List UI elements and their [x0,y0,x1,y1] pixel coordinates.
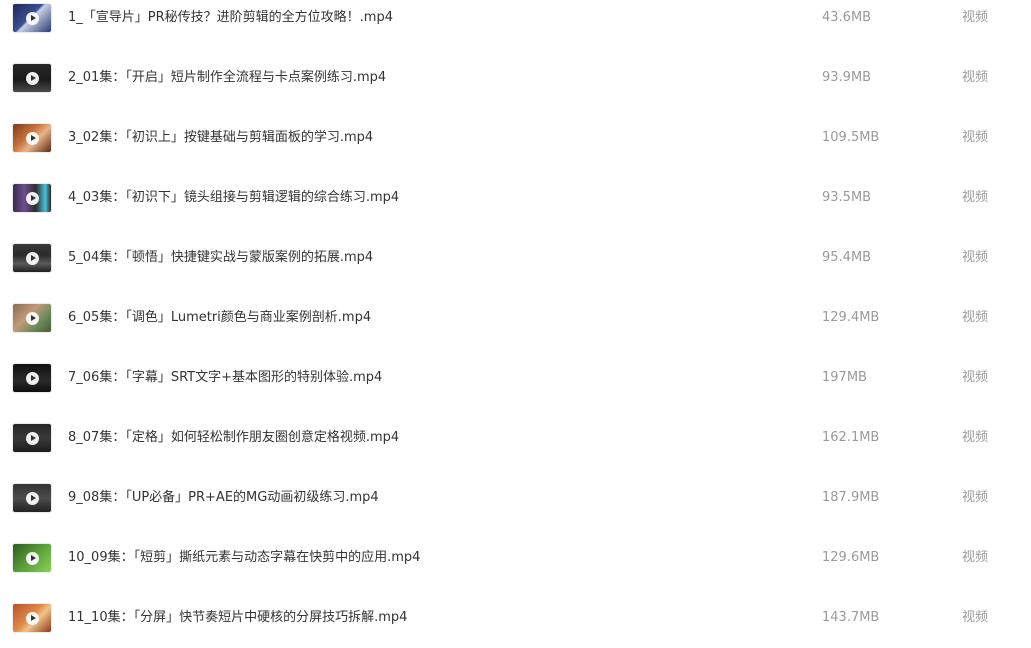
play-icon [25,71,39,85]
file-row[interactable]: 5_04集：「顿悟」快捷键实战与蒙版案例的拓展.mp4 95.4MB 视频 [0,228,1031,288]
play-icon [25,491,39,505]
file-type: 视频 [962,190,989,205]
file-row[interactable]: 6_05集：「调色」Lumetri颜色与商业案例剖析.mp4 129.4MB 视… [0,288,1031,348]
file-type: 视频 [962,10,989,25]
play-icon [25,251,39,265]
file-row[interactable]: 7_06集：「字幕」SRT文字+基本图形的特别体验.mp4 197MB 视频 [0,348,1031,408]
play-icon [25,431,39,445]
file-size: 129.6MB [822,550,880,565]
file-name[interactable]: 1_「宣导片」PR秘传技？进阶剪辑的全方位攻略！.mp4 [68,8,393,28]
file-type: 视频 [962,490,989,505]
file-type: 视频 [962,610,989,625]
file-row[interactable]: 11_10集：「分屏」快节奏短片中硬核的分屏技巧拆解.mp4 143.7MB 视… [0,588,1031,648]
file-size: 109.5MB [822,130,880,145]
file-row[interactable]: 9_08集：「UP必备」PR+AE的MG动画初级练习.mp4 187.9MB 视… [0,468,1031,528]
file-type: 视频 [962,550,989,565]
video-thumbnail[interactable] [13,604,51,632]
file-size: 43.6MB [822,10,872,25]
file-list: 1_「宣导片」PR秘传技？进阶剪辑的全方位攻略！.mp4 43.6MB 视频 2… [0,0,1031,648]
video-thumbnail[interactable] [13,4,51,32]
file-name[interactable]: 11_10集：「分屏」快节奏短片中硬核的分屏技巧拆解.mp4 [68,608,407,628]
file-name[interactable]: 6_05集：「调色」Lumetri颜色与商业案例剖析.mp4 [68,308,371,328]
file-size: 93.9MB [822,70,872,85]
file-size: 162.1MB [822,430,880,445]
play-icon [25,191,39,205]
play-icon [25,551,39,565]
file-size: 187.9MB [822,490,880,505]
file-size: 129.4MB [822,310,880,325]
video-thumbnail[interactable] [13,424,51,452]
play-icon [25,611,39,625]
video-thumbnail[interactable] [13,484,51,512]
video-thumbnail[interactable] [13,64,51,92]
video-thumbnail[interactable] [13,244,51,272]
video-thumbnail[interactable] [13,124,51,152]
file-size: 143.7MB [822,610,880,625]
file-row[interactable]: 10_09集：「短剪」撕纸元素与动态字幕在快剪中的应用.mp4 129.6MB … [0,528,1031,588]
file-name[interactable]: 10_09集：「短剪」撕纸元素与动态字幕在快剪中的应用.mp4 [68,548,420,568]
file-name[interactable]: 7_06集：「字幕」SRT文字+基本图形的特别体验.mp4 [68,368,382,388]
file-size: 95.4MB [822,250,872,265]
play-icon [25,11,39,25]
file-name[interactable]: 2_01集：「开启」短片制作全流程与卡点案例练习.mp4 [68,68,386,88]
file-size: 93.5MB [822,190,872,205]
file-name[interactable]: 5_04集：「顿悟」快捷键实战与蒙版案例的拓展.mp4 [68,248,373,268]
file-type: 视频 [962,310,989,325]
file-type: 视频 [962,130,989,145]
file-name[interactable]: 3_02集：「初识上」按键基础与剪辑面板的学习.mp4 [68,128,373,148]
file-row[interactable]: 1_「宣导片」PR秘传技？进阶剪辑的全方位攻略！.mp4 43.6MB 视频 [0,0,1031,48]
file-type: 视频 [962,250,989,265]
play-icon [25,311,39,325]
video-thumbnail[interactable] [13,304,51,332]
file-name[interactable]: 4_03集：「初识下」镜头组接与剪辑逻辑的综合练习.mp4 [68,188,399,208]
file-type: 视频 [962,430,989,445]
file-type: 视频 [962,70,989,85]
file-name[interactable]: 9_08集：「UP必备」PR+AE的MG动画初级练习.mp4 [68,488,379,508]
file-row[interactable]: 4_03集：「初识下」镜头组接与剪辑逻辑的综合练习.mp4 93.5MB 视频 [0,168,1031,228]
file-type: 视频 [962,370,989,385]
file-row[interactable]: 8_07集：「定格」如何轻松制作朋友圈创意定格视频.mp4 162.1MB 视频 [0,408,1031,468]
file-row[interactable]: 2_01集：「开启」短片制作全流程与卡点案例练习.mp4 93.9MB 视频 [0,48,1031,108]
video-thumbnail[interactable] [13,364,51,392]
video-thumbnail[interactable] [13,544,51,572]
file-row[interactable]: 3_02集：「初识上」按键基础与剪辑面板的学习.mp4 109.5MB 视频 [0,108,1031,168]
file-size: 197MB [822,370,867,385]
video-thumbnail[interactable] [13,184,51,212]
play-icon [25,371,39,385]
play-icon [25,131,39,145]
file-name[interactable]: 8_07集：「定格」如何轻松制作朋友圈创意定格视频.mp4 [68,428,399,448]
